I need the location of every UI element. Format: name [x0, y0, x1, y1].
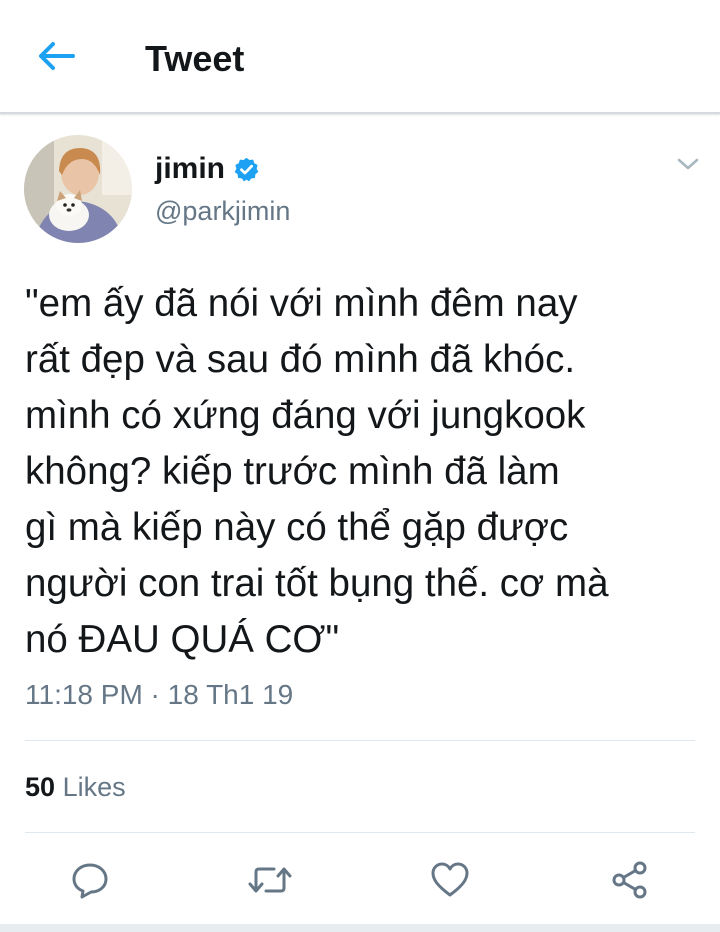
- author-display-name-row[interactable]: jimin: [155, 152, 260, 186]
- tweet-text-line: gì mà kiếp này có thể gặp được: [25, 506, 569, 549]
- share-button[interactable]: [608, 858, 652, 902]
- likes-label: Likes: [62, 772, 126, 802]
- top-app-bar: Tweet: [0, 0, 720, 114]
- avatar[interactable]: [24, 135, 132, 243]
- page-title: Tweet: [145, 38, 245, 79]
- likes-count: 50: [25, 772, 56, 802]
- retweet-button[interactable]: [248, 858, 292, 902]
- tweet-text-line: không? kiếp trước mình đã làm: [25, 450, 560, 493]
- author-display-name: jimin: [155, 152, 226, 185]
- tweet-text-line: rất đẹp và sau đó mình đã khóc.: [25, 338, 576, 381]
- arrow-left-icon: [39, 42, 75, 70]
- divider: [25, 832, 695, 833]
- back-button[interactable]: [34, 36, 78, 76]
- tweet-text-line: mình có xứng đáng với jungkook: [25, 394, 586, 437]
- tweet-menu-button[interactable]: [674, 152, 702, 176]
- heart-icon: [431, 862, 469, 897]
- chevron-down-icon: [677, 158, 699, 170]
- like-button[interactable]: [428, 858, 472, 902]
- tweet-text-line: người con trai tốt bụng thế. cơ mà: [25, 562, 609, 605]
- reply-icon: [72, 863, 108, 899]
- share-icon: [612, 861, 647, 899]
- author-handle[interactable]: @parkjimin: [155, 195, 290, 227]
- tweet-text-line: "em ấy đã nói với mình đêm nay: [25, 282, 578, 325]
- reply-button[interactable]: [68, 858, 112, 902]
- tweet-text-line: nó ĐAU QUÁ CƠ": [25, 618, 340, 661]
- tweet-text: "em ấy đã nói với mình đêm nay rất đẹp v…: [25, 276, 705, 668]
- tweet-timestamp[interactable]: 11:18 PM · 18 Th1 19: [25, 678, 293, 712]
- bottom-edge: [0, 924, 720, 932]
- retweet-icon: [248, 867, 292, 893]
- verified-badge-icon: [233, 156, 260, 183]
- tweet-actions-bar: [0, 852, 720, 908]
- divider: [25, 740, 695, 741]
- likes-stat[interactable]: 50 Likes: [25, 770, 126, 804]
